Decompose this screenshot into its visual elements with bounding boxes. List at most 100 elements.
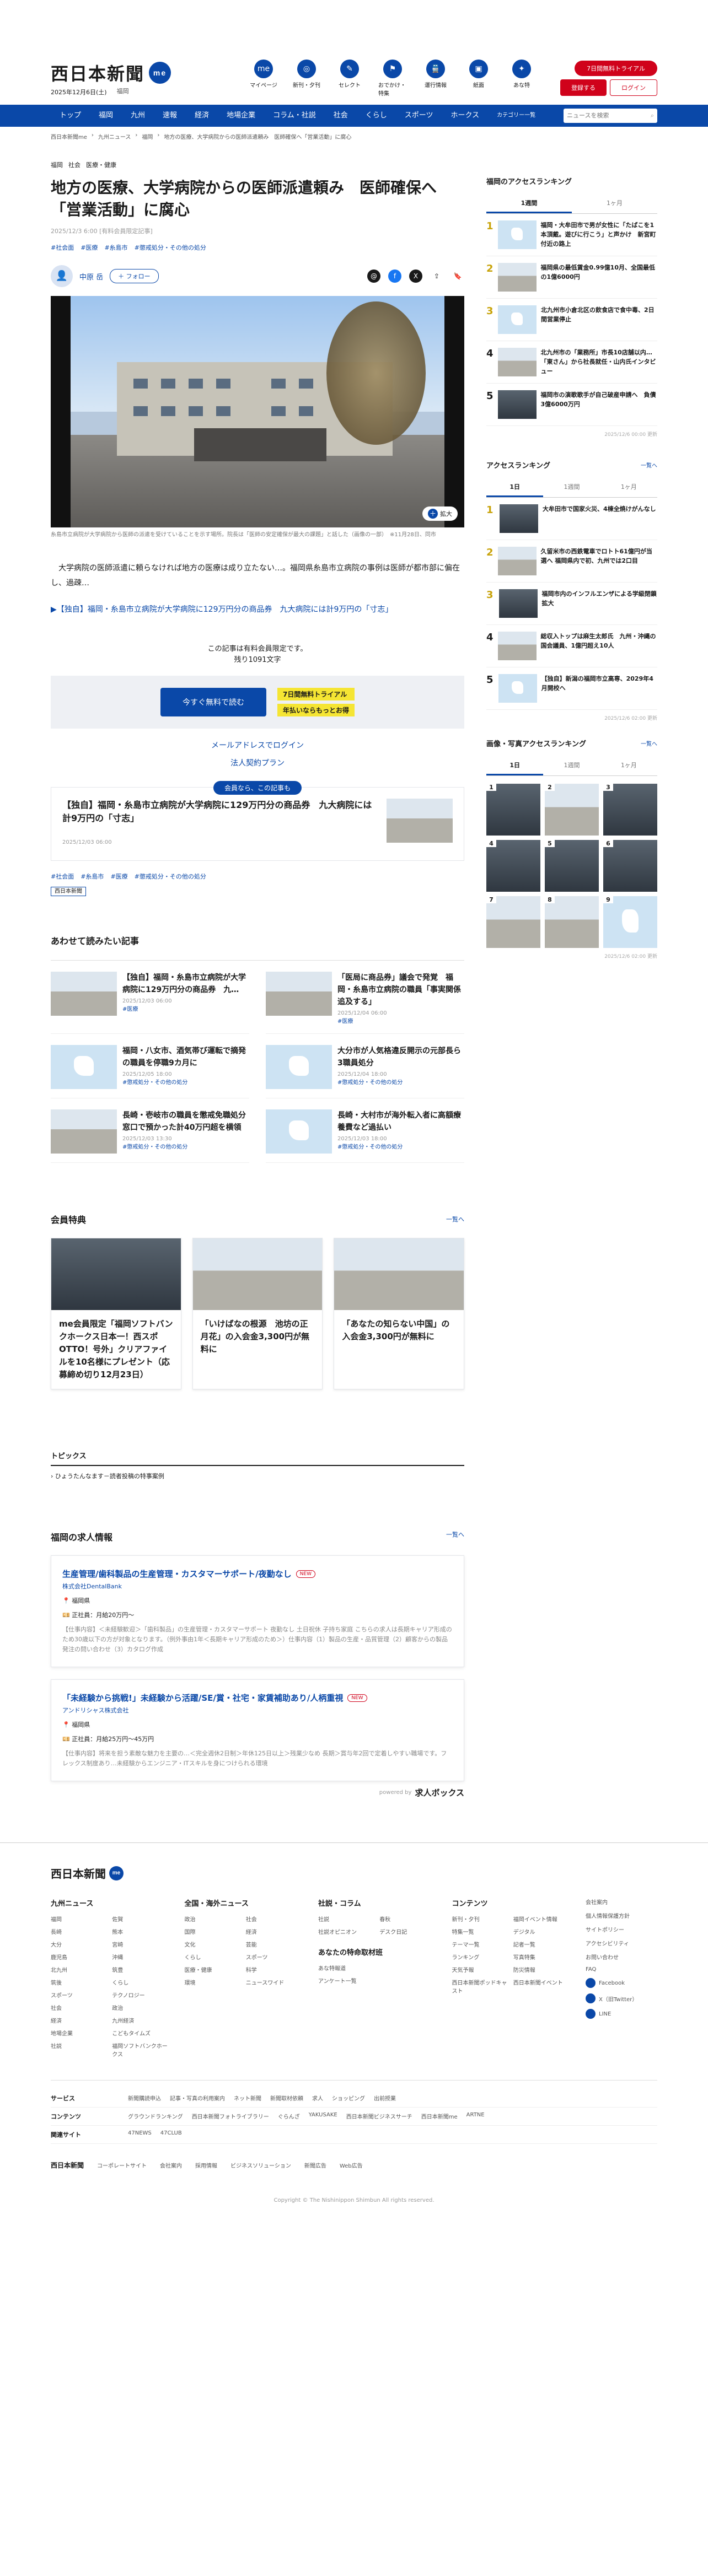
related-article[interactable]: 大分市が人気格違反開示の元部長ら3職員処分 2025/12/04 18:00 #懲戒… [266, 1045, 464, 1098]
footer-link[interactable]: スポーツ [51, 1991, 106, 1999]
footer-link[interactable]: 新聞購読申込 [128, 2094, 161, 2103]
member-article-thumbnail[interactable] [387, 799, 453, 843]
footer-link[interactable]: 沖縄 [112, 1953, 168, 1961]
social-link[interactable]: LINE [586, 2009, 657, 2019]
footer-link[interactable]: 社説 [51, 2041, 106, 2058]
tag-link[interactable]: #医療 [110, 872, 127, 881]
header-nav-item[interactable]: me マイページ [249, 60, 278, 97]
footer-column-title[interactable]: 全国・海外ニュース [185, 1898, 302, 1908]
footer-bottom-link[interactable]: 会社案内 [160, 2161, 182, 2169]
footer-link[interactable]: 政治 [112, 2003, 168, 2012]
footer-link[interactable]: 社会 [51, 2003, 106, 2012]
footer-link[interactable]: 政治 [185, 1915, 240, 1923]
footer-link[interactable]: 会社案内 [586, 1898, 657, 1906]
rank-thumbnail[interactable] [497, 263, 537, 292]
perk-title[interactable]: me会員限定「福岡ソフトバンクホークス日本一！西スポOTTO！号外」クリアファイ… [51, 1310, 181, 1389]
tag-link[interactable]: #懲戒処分・その他の処分 [135, 872, 206, 881]
rank-title[interactable]: 福岡市内のインフルエンザによる学級閉鎖拡大 [542, 589, 657, 618]
login-button[interactable]: ログイン [610, 79, 657, 96]
footer-link[interactable]: 47NEWS [128, 2130, 152, 2139]
header-nav-item[interactable]: ✎ セレクト [335, 60, 364, 97]
member-article-title[interactable]: 【独自】福岡・糸島市立病院が大学病院に129万円分の商品券 九大病院には計9万円… [62, 799, 378, 825]
site-logo[interactable]: 西日本新聞 me [51, 60, 216, 85]
related-title[interactable]: 福岡・八女市、酒気帯び運転で摘発の職員を停職9カ月に [122, 1045, 249, 1069]
nav-item-7[interactable]: 社会 [325, 105, 357, 127]
related-scoop-link[interactable]: ▶【独自】福岡・糸島市立病院が大学病院に129万円分の商品券 九大病院には計9万… [51, 603, 464, 616]
perk-image[interactable] [192, 1238, 323, 1310]
footer-bottom-link[interactable]: ビジネスソリューション [230, 2161, 291, 2169]
rank-thumbnail[interactable] [498, 589, 538, 618]
footer-column-title[interactable]: 社説・コラム [318, 1898, 436, 1908]
job-title[interactable]: 「未経験から挑戦!」未経験から活躍/SE/賞・社宅・家賃補助あり/人柄重視 NEW [62, 1692, 453, 1704]
footer-bottom-link[interactable]: 新聞広告 [304, 2161, 326, 2169]
related-article[interactable]: 長崎・大村市が海外転入者に高額療養費など過払い 2025/12/03 18:00 #… [266, 1109, 464, 1163]
footer-link[interactable]: 経済 [51, 2016, 106, 2024]
photo-ranking-item[interactable]: 4 [486, 840, 540, 892]
related-thumbnail[interactable] [266, 972, 332, 1016]
ranking-item[interactable]: 4 総収入トップは麻生太郎氏 九州・沖縄の国会議員、1億円超え10人 [486, 625, 657, 667]
footer-link[interactable]: 九州経済 [112, 2016, 168, 2024]
perks-more-link[interactable]: 一覧へ [446, 1215, 464, 1224]
rank-thumbnail[interactable] [497, 632, 537, 660]
ranking-tab[interactable]: 1週間 [486, 194, 572, 213]
footer-link[interactable]: 新聞取材依頼 [270, 2094, 303, 2103]
footer-link[interactable]: 春秋 [379, 1915, 435, 1923]
rank-title[interactable]: 北九州市の「業務所」市長10店舗以内…「東さん」から社長就任・山内氏インタビュー [541, 348, 657, 376]
photo-ranking-item[interactable]: 7 [486, 896, 540, 948]
header-nav-item[interactable]: ◎ 新刊・夕刊 [292, 60, 321, 97]
register-button[interactable]: 登録する [560, 79, 607, 96]
footer-link[interactable]: スポーツ [246, 1953, 302, 1961]
rank-thumbnail[interactable] [497, 305, 537, 334]
email-login-link[interactable]: メールアドレスでログイン [51, 740, 464, 751]
tag-link[interactable]: #社会面 [51, 872, 74, 881]
nav-item-5[interactable]: 地場企業 [218, 105, 264, 127]
breadcrumb-item[interactable]: 西日本新聞me [51, 132, 87, 141]
ranking-item[interactable]: 4 北九州市の「業務所」市長10店舗以内…「東さん」から社長就任・山内氏インタビュ… [486, 341, 657, 384]
topic-link[interactable]: › ひょうたんなます－読者投稿の特事案例 [51, 1472, 464, 1480]
footer-link[interactable]: 求人 [312, 2094, 323, 2103]
related-article[interactable]: 【独自】福岡・糸島市立病院が大学病院に129万円分の商品券 九… 2025/12/… [51, 972, 249, 1034]
related-thumbnail[interactable] [51, 972, 117, 1016]
related-tag[interactable]: #医療 [122, 1004, 249, 1012]
footer-link[interactable]: ニュースワイド [246, 1978, 302, 1986]
nav-item-1[interactable]: 福岡 [90, 105, 122, 127]
corporate-plan-link[interactable]: 法人契約プラン [51, 757, 464, 768]
related-thumbnail[interactable] [266, 1045, 332, 1089]
footer-link[interactable]: 個人情報保護方針 [586, 1911, 657, 1920]
ranking-item[interactable]: 5 【独自】新潟の福岡市立高専、2029年4月開校へ [486, 667, 657, 710]
footer-link[interactable]: 芸能 [246, 1940, 302, 1948]
photo-ranking-item[interactable]: 5 [545, 840, 599, 892]
job-company[interactable]: 株式会社DentalBank [62, 1582, 453, 1591]
related-article[interactable]: 長崎・壱岐市の職員を懲戒免職処分 窓口で預かった計40万円超を横領 2025/12… [51, 1109, 254, 1163]
footer-link[interactable]: 文化 [185, 1940, 240, 1948]
author-name[interactable]: 中原 岳 [79, 271, 103, 282]
nav-item-6[interactable]: コラム・社説 [264, 105, 325, 127]
photo-ranking-item[interactable]: 8 [545, 896, 599, 948]
ranking-item[interactable]: 3 北九州市小倉北区の飲食店で食中毒、2日間営業停止 [486, 299, 657, 341]
jobs-more-link[interactable]: 一覧へ [446, 1530, 464, 1543]
footer-link[interactable]: 47CLUB [160, 2130, 182, 2139]
footer-link[interactable]: お問い合わせ [586, 1953, 657, 1961]
bookmark-icon[interactable]: 🔖 [451, 270, 464, 283]
job-title[interactable]: 生産管理/歯科製品の生産管理・カスタマーサポート/夜勤なし NEW [62, 1568, 453, 1580]
rank-thumbnail[interactable] [497, 348, 537, 376]
related-thumbnail[interactable] [266, 1109, 332, 1154]
related-tag[interactable]: #懲戒処分・その他の処分 [337, 1077, 464, 1086]
ranking-item[interactable]: 5 福岡市の演歌歌手が自己破産申請へ 負債3億6000万円 [486, 384, 657, 426]
breadcrumb-item[interactable]: 福岡 [142, 132, 153, 141]
subscribe-button[interactable]: 今すぐ無料で読む [160, 688, 266, 716]
footer-link[interactable]: 社説 [318, 1915, 374, 1923]
category-link[interactable]: 社会 [68, 160, 81, 169]
tag-link[interactable]: #社会面 [51, 243, 74, 252]
footer-link[interactable]: 科学 [246, 1965, 302, 1974]
rank-title[interactable]: 福岡・大牟田市で男が女性に「たばこを1本頂戴。遊びに行こう」と声かけ 新宮町付近… [541, 220, 657, 249]
logo-block[interactable]: 西日本新聞 me 2025年12月6日(土) 福岡 [51, 60, 216, 96]
photo-ranking-more[interactable]: 一覧へ [641, 739, 657, 747]
tag-link[interactable]: #懲戒処分・その他の処分 [135, 243, 206, 252]
footer-link[interactable]: アクセシビリティ [586, 1939, 657, 1947]
hero-image[interactable]: ＋ 拡大 [51, 296, 464, 527]
footer-link[interactable]: 西日本新聞ポッドキャスト [452, 1978, 508, 1995]
zoom-button[interactable]: ＋ 拡大 [422, 506, 458, 521]
footer-link[interactable]: グラウンドランキング [128, 2112, 183, 2121]
category-link[interactable]: 福岡 [51, 160, 63, 169]
